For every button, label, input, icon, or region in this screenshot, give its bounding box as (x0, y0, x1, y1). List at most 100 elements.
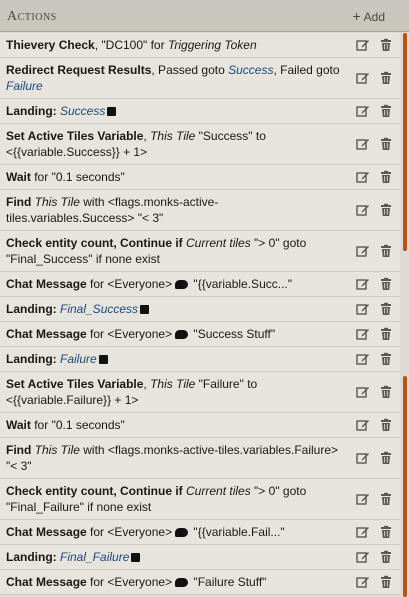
action-row[interactable]: Check entity count, Continue if Current … (0, 479, 400, 520)
action-row[interactable]: Find This Tile with <flags.monks-active-… (0, 438, 400, 479)
add-action-button[interactable]: + Add (352, 8, 385, 24)
trash-icon[interactable] (379, 327, 393, 341)
scrollbar[interactable] (403, 33, 408, 597)
edit-icon[interactable] (356, 550, 370, 564)
landing-marker-icon (98, 355, 108, 364)
action-type: Thievery Check (6, 38, 95, 52)
action-row[interactable]: Set Active Tiles Variable, This Tile "Su… (0, 124, 400, 165)
edit-icon[interactable] (356, 302, 370, 316)
edit-icon[interactable] (356, 492, 370, 506)
landing-name: Final_Success (60, 302, 139, 316)
trash-icon[interactable] (379, 104, 393, 118)
edit-icon[interactable] (356, 170, 370, 184)
action-row[interactable]: Chat Message for <Everyone> "Success Stu… (0, 322, 400, 347)
edit-icon[interactable] (356, 327, 370, 341)
edit-icon[interactable] (356, 575, 370, 589)
action-row[interactable]: Chat Message for <Everyone> "{{variable.… (0, 272, 400, 297)
action-target: This Tile (150, 377, 196, 391)
trash-icon[interactable] (379, 302, 393, 316)
action-row[interactable]: Find This Tile with <flags.monks-active-… (0, 190, 400, 231)
trash-icon[interactable] (379, 277, 393, 291)
trash-icon[interactable] (379, 71, 393, 85)
edit-icon[interactable] (356, 277, 370, 291)
add-action-label: Add (363, 10, 385, 24)
action-detail: for "0.1 seconds" (30, 418, 125, 432)
action-row[interactable]: Landing: Success (0, 99, 400, 124)
action-target: Current tiles (186, 484, 251, 498)
action-row[interactable]: Check entity count, Continue if Current … (0, 231, 400, 272)
action-row[interactable]: Chat Message for <Everyone> "Failure Stu… (0, 570, 400, 595)
edit-icon[interactable] (356, 137, 370, 151)
action-type: Chat Message (6, 525, 87, 539)
edit-icon[interactable] (356, 203, 370, 217)
trash-icon[interactable] (379, 418, 393, 432)
edit-icon[interactable] (356, 38, 370, 52)
action-row[interactable]: Wait for "0.1 seconds" (0, 413, 400, 438)
trash-icon[interactable] (379, 38, 393, 52)
edit-icon[interactable] (356, 525, 370, 539)
edit-icon[interactable] (356, 352, 370, 366)
trash-icon[interactable] (379, 575, 393, 589)
action-row[interactable]: Thievery Check, "DC100" for Triggering T… (0, 33, 400, 58)
action-type: Find (6, 443, 32, 457)
action-text: Thievery Check, "DC100" for Triggering T… (6, 37, 340, 53)
goto-link: Success (228, 63, 274, 77)
action-row[interactable]: Wait for "0.1 seconds" (0, 165, 400, 190)
action-type: Chat Message (6, 277, 87, 291)
action-detail: , "DC100" for (94, 38, 168, 52)
chat-bubble-icon (175, 330, 189, 339)
action-type: Landing: (6, 104, 60, 118)
trash-icon[interactable] (379, 170, 393, 184)
action-row[interactable]: Landing: Final_Failure (0, 545, 400, 570)
action-text: Chat Message for <Everyone> "Failure Stu… (6, 574, 340, 590)
chat-bubble-icon (175, 578, 189, 587)
landing-marker-icon (140, 305, 150, 314)
action-target: Current tiles (186, 236, 251, 250)
action-row[interactable]: Chat Message for <Everyone> "{{variable.… (0, 520, 400, 545)
action-row[interactable]: Set Active Tiles Variable, This Tile "Fa… (0, 372, 400, 413)
edit-icon[interactable] (356, 385, 370, 399)
plus-icon: + (352, 8, 361, 24)
trash-icon[interactable] (379, 203, 393, 217)
action-detail: "Failure Stuff" (190, 575, 267, 589)
actions-panel: Actions + Add Thievery Check, "DC100" for… (0, 0, 409, 597)
action-detail: "{{variable.Fail..." (190, 525, 285, 539)
action-detail: for <Everyone> (86, 575, 173, 589)
trash-icon[interactable] (379, 550, 393, 564)
action-type: Check entity count, Continue if (6, 484, 183, 498)
trash-icon[interactable] (379, 137, 393, 151)
landing-marker-icon (131, 553, 141, 562)
action-text: Landing: Failure (6, 351, 340, 367)
edit-icon[interactable] (356, 71, 370, 85)
action-text: Landing: Final_Failure (6, 549, 340, 565)
action-type: Find (6, 195, 32, 209)
action-target: This Tile (34, 195, 80, 209)
landing-name: Final_Failure (60, 550, 130, 564)
action-text: Landing: Success (6, 103, 340, 119)
action-row[interactable]: Landing: Failure (0, 347, 400, 372)
landing-marker-icon (107, 107, 117, 116)
action-type: Landing: (6, 352, 60, 366)
scroll-thumb-lower[interactable] (403, 376, 407, 597)
action-detail: for "0.1 seconds" (30, 170, 125, 184)
trash-icon[interactable] (379, 451, 393, 465)
edit-icon[interactable] (356, 418, 370, 432)
trash-icon[interactable] (379, 492, 393, 506)
trash-icon[interactable] (379, 525, 393, 539)
trash-icon[interactable] (379, 352, 393, 366)
trash-icon[interactable] (379, 244, 393, 258)
trash-icon[interactable] (379, 385, 393, 399)
action-target: This Tile (150, 129, 196, 143)
action-text: Chat Message for <Everyone> "{{variable.… (6, 276, 340, 292)
action-text: Find This Tile with <flags.monks-active-… (6, 194, 340, 226)
scroll-thumb-upper[interactable] (403, 33, 407, 251)
action-text: Chat Message for <Everyone> "{{variable.… (6, 524, 340, 540)
action-row[interactable]: Redirect Request Results, Passed goto Su… (0, 58, 400, 99)
action-type: Wait (6, 170, 31, 184)
action-type: Landing: (6, 550, 60, 564)
action-row[interactable]: Landing: Final_Success (0, 297, 400, 322)
edit-icon[interactable] (356, 104, 370, 118)
edit-icon[interactable] (356, 244, 370, 258)
edit-icon[interactable] (356, 451, 370, 465)
action-text: Check entity count, Continue if Current … (6, 235, 340, 267)
